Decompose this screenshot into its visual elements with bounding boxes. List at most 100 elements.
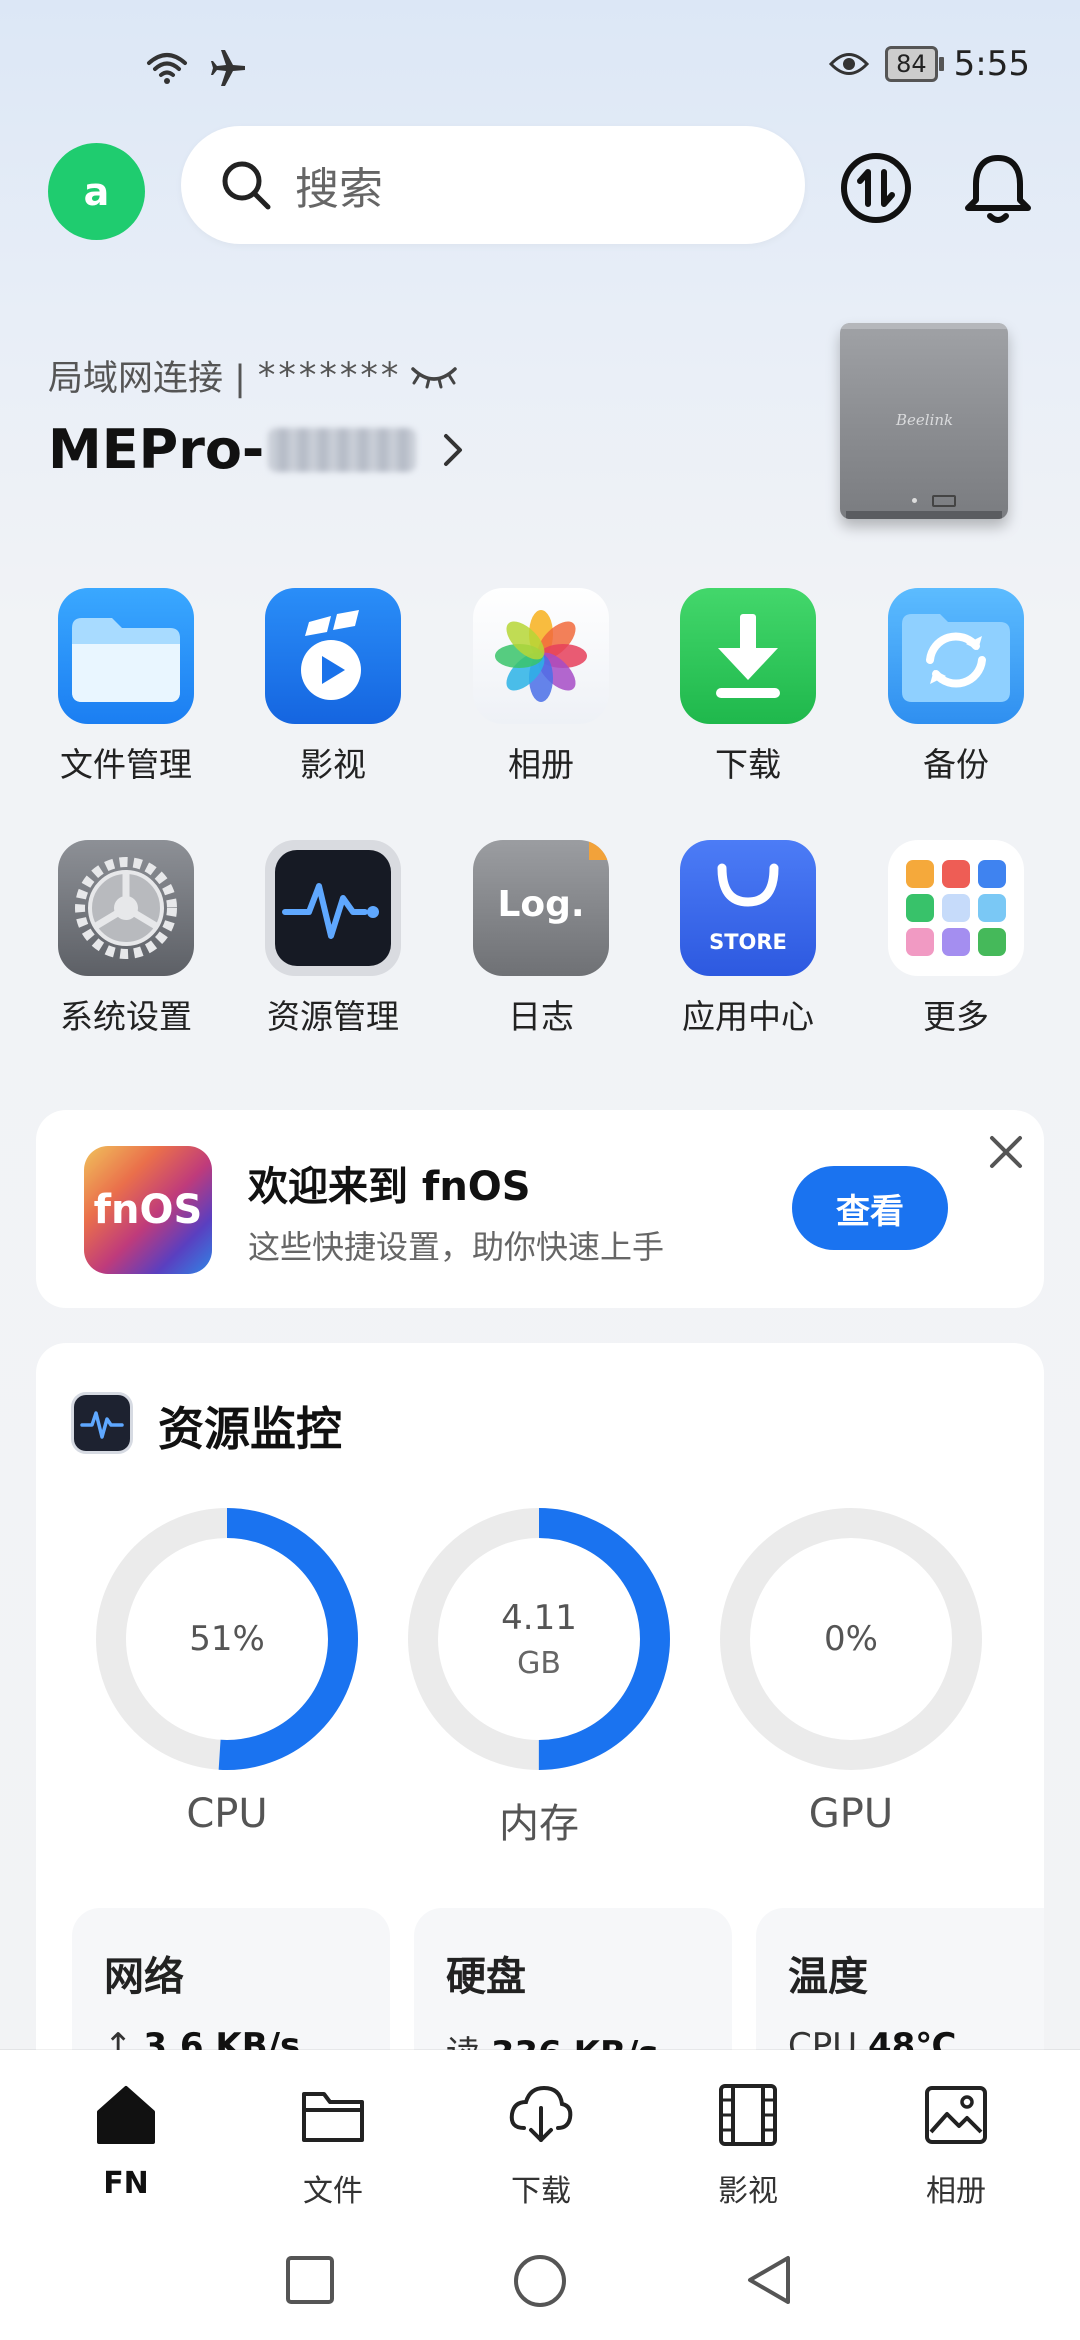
app-label: 资源管理 — [267, 997, 399, 1036]
store-icon-text: STORE — [709, 930, 787, 954]
close-icon[interactable] — [986, 1132, 1026, 1172]
device-led — [912, 498, 917, 503]
battery-icon: 84 — [885, 46, 944, 82]
memory-gauge: 4.11 GB — [408, 1508, 670, 1770]
gauge-value: 4.11 — [501, 1597, 577, 1638]
backup-icon — [888, 588, 1024, 724]
device-brand-logo: Beelink — [896, 411, 954, 429]
cpu-gauge: 51% — [96, 1508, 358, 1770]
settings-icon — [58, 840, 194, 976]
app-label: 备份 — [923, 745, 989, 784]
device-base — [846, 511, 1002, 519]
welcome-subtitle: 这些快捷设置，助你快速上手 — [248, 1228, 665, 1266]
connection-info: 局域网连接 | ******* — [48, 350, 459, 401]
home-icon — [97, 2086, 155, 2144]
nav-item-fn[interactable]: FN — [46, 2080, 206, 2201]
device-name-row[interactable]: MEPro- — [48, 418, 470, 481]
bottom-nav: FN 文件 下载 影视 相册 — [0, 2050, 1080, 2340]
nav-label: 相册 — [926, 2174, 986, 2209]
eye-closed-icon[interactable] — [409, 361, 459, 391]
home-button[interactable] — [511, 2252, 569, 2310]
stat-title: 硬盘 — [446, 1954, 526, 2000]
gauge-value: 51% — [189, 1619, 265, 1659]
image-icon — [925, 2086, 987, 2144]
photos-icon — [473, 588, 609, 724]
cloud-download-icon — [509, 2085, 573, 2142]
device-name-redacted — [268, 427, 417, 472]
recents-button[interactable] — [282, 2252, 338, 2308]
search-icon — [222, 161, 271, 210]
app-label: 相册 — [508, 745, 574, 784]
device-port — [932, 495, 956, 507]
app-file-manager[interactable]: 文件管理 — [46, 588, 206, 786]
app-settings[interactable]: 系统设置 — [46, 840, 206, 1038]
gauge-unit: GB — [517, 1645, 561, 1681]
app-label: 日志 — [508, 997, 574, 1036]
nav-label: 影视 — [718, 2174, 778, 2209]
chevron-right-icon — [444, 433, 463, 466]
resource-monitor-card: 资源监控 51% CPU 4.11 GB 内存 0% GPU 网络 ↑ 3.6 … — [36, 1343, 1044, 2143]
eye-icon — [829, 53, 870, 75]
folder-icon — [302, 2092, 364, 2142]
more-apps-icon — [888, 840, 1024, 976]
wifi-icon — [147, 53, 187, 84]
gauge-value: 0% — [824, 1619, 878, 1659]
app-label: 下载 — [715, 745, 781, 784]
gauge-label: CPU — [186, 1791, 268, 1837]
nav-label: 下载 — [511, 2174, 571, 2209]
status-right: 84 5:55 — [829, 44, 1030, 84]
gpu-gauge: 0% — [720, 1508, 982, 1770]
status-left — [145, 48, 249, 88]
nav-label: 文件 — [303, 2174, 363, 2209]
nav-label: FN — [103, 2166, 149, 2201]
activity-monitor-icon — [74, 1395, 130, 1451]
log-icon-text: Log. — [497, 884, 585, 925]
stat-title: 网络 — [104, 1954, 184, 2000]
film-icon — [719, 2084, 777, 2146]
app-label: 更多 — [923, 997, 989, 1036]
status-time: 5:55 — [953, 44, 1030, 84]
app-log[interactable]: Log. 日志 — [461, 840, 621, 1038]
nav-item-photos[interactable]: 相册 — [876, 2080, 1036, 2210]
log-icon: Log. — [473, 840, 609, 976]
nav-item-video[interactable]: 影视 — [668, 2080, 828, 2210]
app-store[interactable]: STORE 应用中心 — [668, 840, 828, 1038]
activity-monitor-icon — [265, 840, 401, 976]
fnos-logo: fnOS — [84, 1146, 212, 1274]
airplane-icon — [211, 50, 245, 86]
app-more[interactable]: 更多 — [876, 840, 1036, 1038]
app-backup[interactable]: 备份 — [876, 588, 1036, 786]
video-icon — [265, 588, 401, 724]
download-icon — [680, 588, 816, 724]
gauge-label: GPU — [808, 1791, 894, 1837]
device-image: Beelink — [840, 323, 1008, 519]
welcome-card: fnOS 欢迎来到 fnOS 这些快捷设置，助你快速上手 查看 — [36, 1110, 1044, 1308]
app-label: 系统设置 — [60, 997, 192, 1036]
app-video[interactable]: 影视 — [253, 588, 413, 786]
search-placeholder: 搜索 — [295, 164, 383, 215]
folder-icon — [58, 588, 194, 724]
app-label: 应用中心 — [682, 997, 814, 1036]
status-bar: 84 5:55 — [0, 0, 1080, 130]
stat-title: 温度 — [788, 1954, 868, 2000]
back-button[interactable] — [742, 2252, 798, 2308]
app-photos[interactable]: 相册 — [461, 588, 621, 786]
sync-icon[interactable] — [838, 150, 914, 226]
gauge-label: 内存 — [499, 1801, 579, 1847]
bell-icon[interactable] — [960, 150, 1036, 226]
avatar[interactable]: a — [48, 143, 145, 240]
store-icon: STORE — [680, 840, 816, 976]
nav-item-files[interactable]: 文件 — [253, 2080, 413, 2210]
app-resource-manager[interactable]: 资源管理 — [253, 840, 413, 1038]
resource-monitor-title: 资源监控 — [158, 1402, 342, 1456]
connection-type: 局域网连接 | — [48, 359, 246, 399]
app-label: 文件管理 — [60, 745, 192, 784]
search-bar[interactable]: 搜索 — [181, 126, 805, 244]
welcome-title: 欢迎来到 fnOS — [248, 1164, 531, 1210]
nav-item-download[interactable]: 下载 — [461, 2080, 621, 2210]
app-label: 影视 — [300, 745, 366, 784]
device-name: MEPro- — [48, 418, 265, 481]
app-download[interactable]: 下载 — [668, 588, 828, 786]
view-button[interactable]: 查看 — [792, 1166, 948, 1250]
password-mask: ******* — [257, 355, 402, 396]
